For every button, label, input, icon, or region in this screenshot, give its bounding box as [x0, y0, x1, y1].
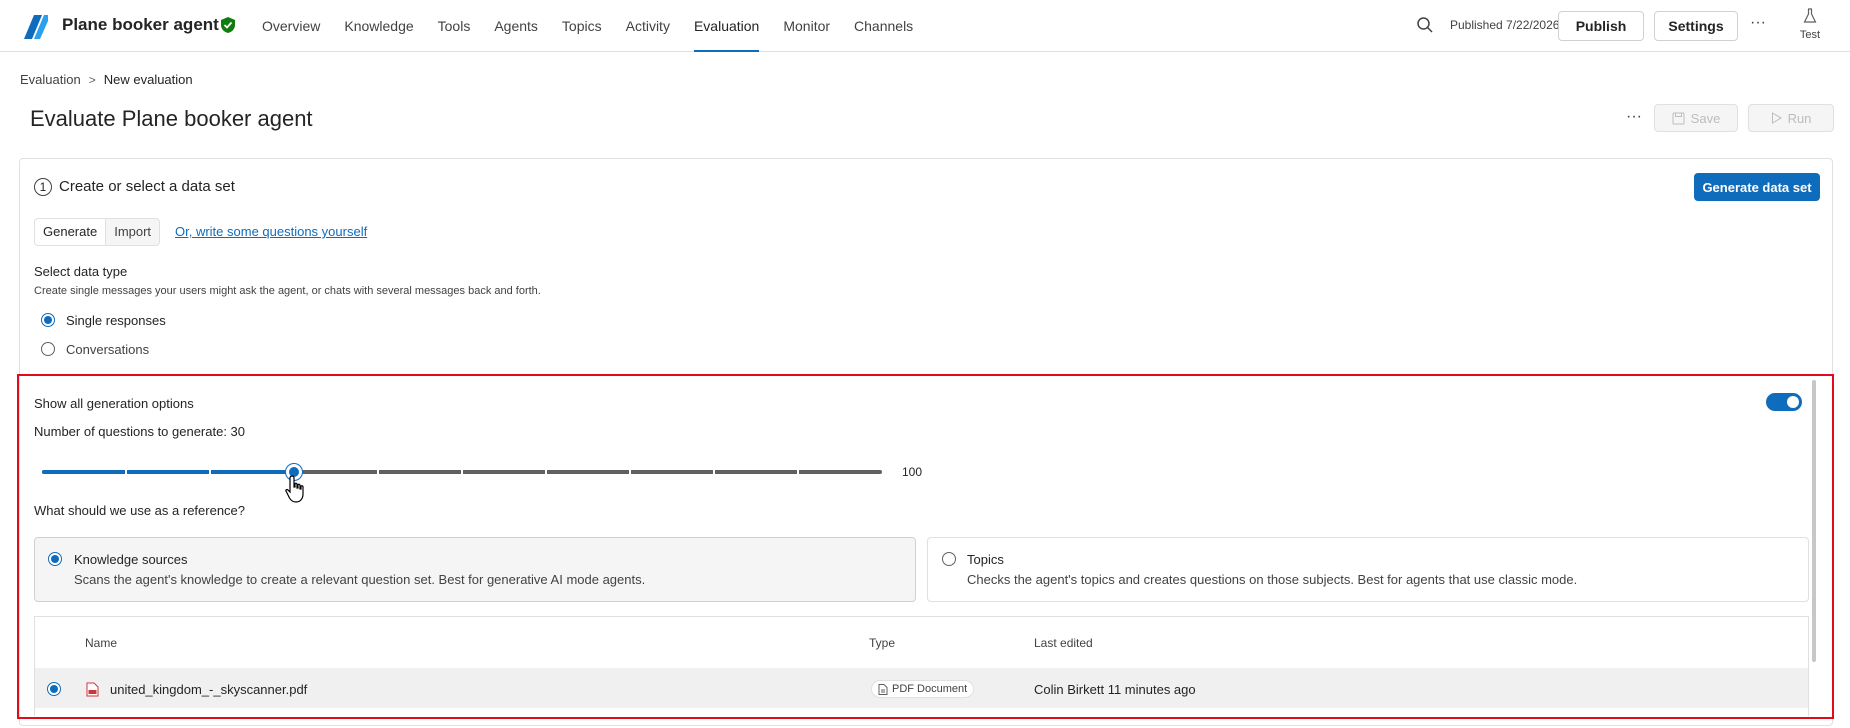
breadcrumb: Evaluation > New evaluation: [20, 72, 193, 87]
publish-button[interactable]: Publish: [1558, 11, 1644, 41]
questions-slider-fill: [42, 470, 294, 474]
pdf-file-icon: [86, 682, 99, 697]
breadcrumb-current: New evaluation: [103, 72, 193, 87]
topics-radio[interactable]: [942, 552, 956, 566]
test-button[interactable]: Test: [1796, 8, 1824, 44]
main-nav: Overview Knowledge Tools Agents Topics A…: [262, 0, 937, 52]
test-label: Test: [1799, 29, 1821, 41]
page-more-icon[interactable]: ···: [1624, 108, 1644, 126]
scrollbar[interactable]: [1812, 380, 1816, 662]
slider-tick: [545, 468, 547, 476]
single-responses-radio[interactable]: [41, 313, 55, 327]
knowledge-sources-desc: Scans the agent's knowledge to create a …: [74, 572, 646, 587]
data-type-title: Select data type: [34, 264, 128, 279]
topics-desc: Checks the agent's topics and creates qu…: [967, 572, 1578, 587]
page-title: Evaluate Plane booker agent: [30, 106, 313, 131]
flask-icon: [1803, 8, 1817, 23]
save-label: Save: [1690, 110, 1721, 126]
breadcrumb-evaluation[interactable]: Evaluation: [20, 72, 81, 87]
slider-tick: [713, 468, 715, 476]
column-type[interactable]: Type: [869, 636, 895, 650]
hand-cursor-icon: [285, 475, 304, 503]
nav-topics[interactable]: Topics: [562, 0, 602, 52]
show-options-toggle[interactable]: [1766, 393, 1802, 411]
knowledge-sources-radio[interactable]: [48, 552, 62, 566]
topics-name: Topics: [967, 552, 1004, 567]
nav-evaluation[interactable]: Evaluation: [693, 0, 760, 52]
tab-generate[interactable]: Generate: [35, 219, 107, 245]
play-icon: [1771, 112, 1782, 124]
num-questions-label: Number of questions to generate: 30: [34, 424, 246, 439]
row-select-radio[interactable]: [47, 682, 61, 696]
more-options-icon[interactable]: ···: [1748, 14, 1768, 34]
slider-tick: [125, 468, 127, 476]
nav-monitor[interactable]: Monitor: [783, 0, 830, 52]
file-name[interactable]: united_kingdom_-_skyscanner.pdf: [110, 682, 307, 697]
slider-max-label: 100: [902, 465, 923, 479]
step-number: 1: [34, 178, 52, 196]
source-tabs: Generate Import: [34, 218, 161, 246]
nav-activity[interactable]: Activity: [626, 0, 670, 52]
nav-channels[interactable]: Channels: [854, 0, 913, 52]
run-button[interactable]: Run: [1748, 104, 1834, 132]
slider-tick: [209, 468, 211, 476]
slider-tick: [629, 468, 631, 476]
nav-agents[interactable]: Agents: [494, 0, 538, 52]
last-edited: Colin Birkett 11 minutes ago: [1034, 682, 1196, 697]
copilot-studio-logo-icon: [24, 15, 48, 39]
top-bar: Plane booker agent Overview Knowledge To…: [0, 0, 1850, 52]
document-icon: [878, 684, 888, 695]
save-button[interactable]: Save: [1654, 104, 1738, 132]
save-icon: [1672, 112, 1685, 124]
generate-data-set-button[interactable]: Generate data set: [1694, 173, 1820, 201]
search-icon[interactable]: [1416, 16, 1434, 34]
nav-tools[interactable]: Tools: [438, 0, 471, 52]
data-type-description: Create single messages your users might …: [34, 285, 541, 297]
show-options-label: Show all generation options: [34, 396, 194, 411]
single-responses-label: Single responses: [66, 313, 166, 328]
run-label: Run: [1787, 110, 1812, 126]
column-last-edited[interactable]: Last edited: [1034, 636, 1093, 650]
knowledge-sources-name: Knowledge sources: [74, 552, 188, 567]
nav-knowledge[interactable]: Knowledge: [344, 0, 413, 52]
conversations-label: Conversations: [66, 342, 150, 357]
app-title: Plane booker agent: [62, 15, 219, 34]
settings-button[interactable]: Settings: [1654, 11, 1738, 41]
published-status: Published 7/22/2026: [1450, 18, 1560, 32]
file-type-badge: PDF Document: [871, 680, 975, 698]
step-title: Create or select a data set: [59, 178, 235, 195]
nav-overview[interactable]: Overview: [262, 0, 320, 52]
shield-check-icon: [221, 17, 235, 33]
column-name[interactable]: Name: [85, 636, 117, 650]
slider-tick: [797, 468, 799, 476]
reference-knowledge-card[interactable]: [34, 537, 916, 602]
conversations-radio[interactable]: [41, 342, 55, 356]
reference-topics-card[interactable]: [927, 537, 1809, 602]
reference-title: What should we use as a reference?: [34, 503, 246, 518]
tab-import[interactable]: Import: [106, 219, 159, 245]
chevron-right-icon: >: [88, 72, 96, 87]
slider-tick: [377, 468, 379, 476]
slider-tick: [461, 468, 463, 476]
write-questions-link[interactable]: Or, write some questions yourself: [175, 224, 367, 239]
file-type-label: PDF Document: [892, 683, 968, 695]
